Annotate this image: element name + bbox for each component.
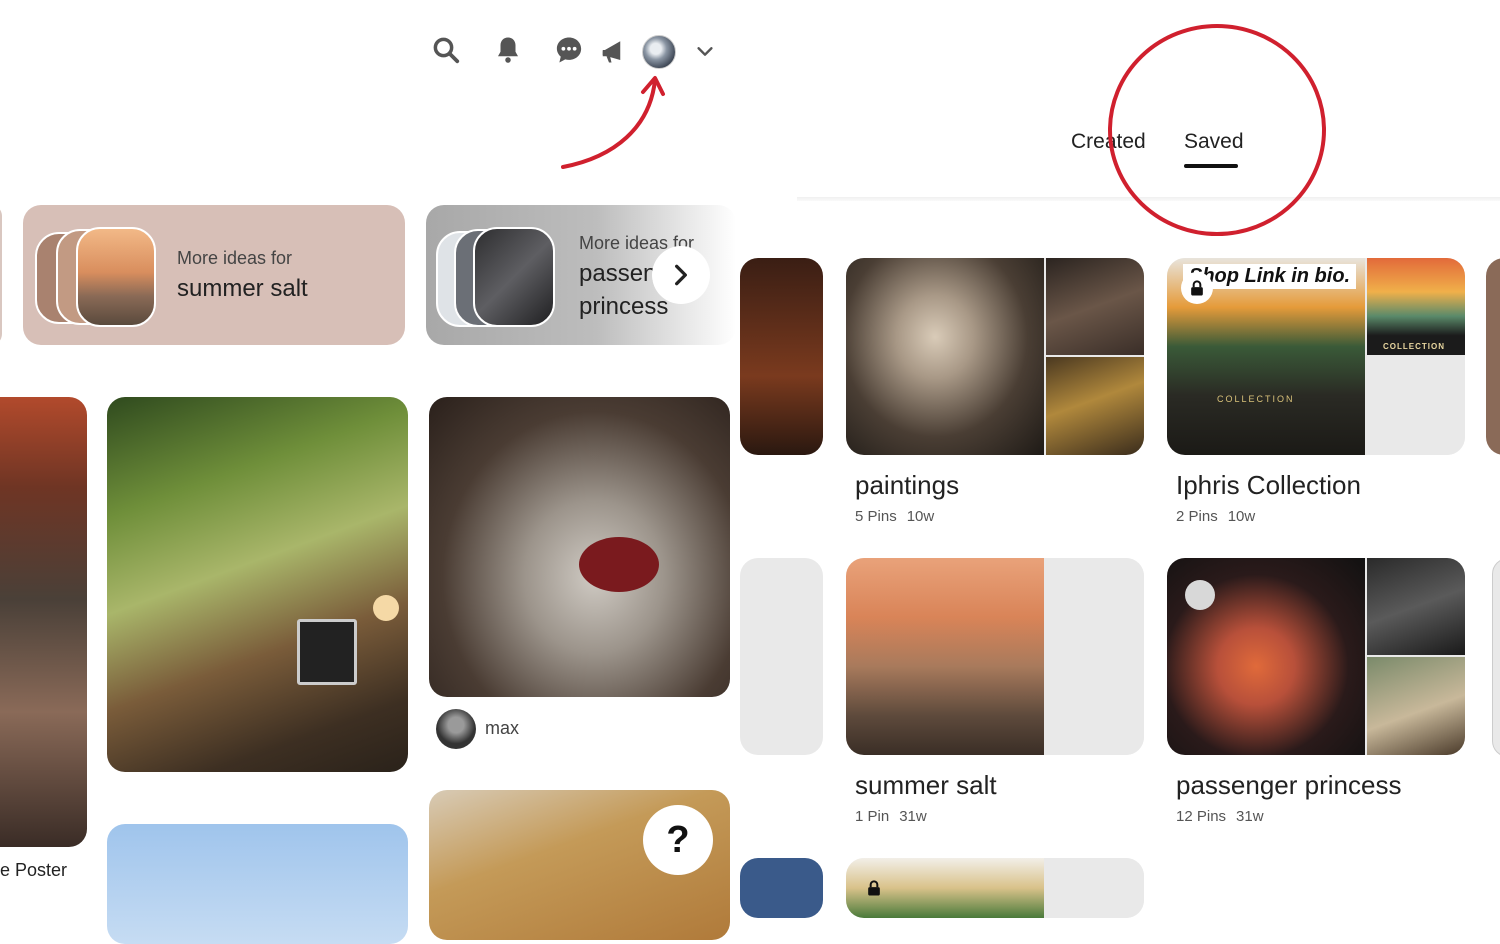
- board-title[interactable]: summer salt: [855, 770, 997, 801]
- pin-image-workspace[interactable]: [107, 397, 408, 772]
- thumb-badge: COLLECTION: [1383, 342, 1445, 351]
- board-title[interactable]: passenger princess: [1176, 770, 1401, 801]
- board-meta: 1 Pin 31w: [855, 808, 937, 825]
- moon: [1185, 580, 1215, 610]
- lock-icon: [1181, 272, 1213, 304]
- board-partial[interactable]: [740, 258, 823, 455]
- board-partial[interactable]: [1492, 558, 1500, 757]
- board-thumb-empty: [1046, 657, 1144, 755]
- board-cover-image: [846, 558, 1044, 755]
- more-ideas-label: More ideas for: [177, 248, 293, 268]
- pin-image-jacket[interactable]: ?: [429, 790, 730, 940]
- chat-icon[interactable]: [553, 34, 585, 66]
- annotation-circle: [1108, 24, 1326, 236]
- stack-image: [76, 227, 156, 327]
- board-partial[interactable]: [740, 558, 823, 755]
- board-cover-image: [846, 258, 1044, 455]
- help-button[interactable]: ?: [643, 805, 713, 875]
- board-age: 31w: [1236, 808, 1264, 825]
- avatar[interactable]: [642, 35, 676, 69]
- board-age: 10w: [906, 508, 935, 525]
- board-card[interactable]: [1167, 558, 1465, 755]
- chevron-right-icon: [675, 264, 687, 286]
- board-partial[interactable]: [1486, 258, 1500, 455]
- lamp: [373, 595, 399, 621]
- next-button[interactable]: [652, 246, 710, 304]
- board-thumb: [1367, 657, 1465, 755]
- board-thumb: [1046, 258, 1144, 355]
- board-card[interactable]: [846, 558, 1144, 755]
- board-thumb-empty: [1046, 558, 1144, 655]
- more-ideas-card[interactable]: More ideas for passenger princess: [426, 205, 736, 345]
- board-card[interactable]: [846, 858, 1144, 918]
- board-cover-image: Shop Link in bio. COLLECTION: [1167, 258, 1365, 455]
- pin-image-portrait[interactable]: [429, 397, 730, 697]
- board-card[interactable]: [846, 258, 1144, 455]
- board-age: 31w: [899, 808, 927, 825]
- board-cover-image: [846, 858, 1044, 918]
- board-thumb-empty: [1046, 858, 1144, 918]
- board-title[interactable]: Iphris Collection: [1176, 470, 1361, 501]
- board-pin-count: 1 Pin: [855, 808, 890, 825]
- board-thumb: [1367, 558, 1465, 655]
- board-pin-count: 12 Pins: [1176, 808, 1227, 825]
- board-card[interactable]: Shop Link in bio. COLLECTION COLLECTION: [1167, 258, 1465, 455]
- pin-image-sky[interactable]: [107, 824, 408, 944]
- board-title[interactable]: paintings: [855, 470, 959, 501]
- bell-icon[interactable]: [492, 34, 524, 66]
- pin-image-records[interactable]: [0, 397, 87, 847]
- board-pin-count: 2 Pins: [1176, 508, 1218, 525]
- chevron-down-icon[interactable]: [694, 40, 716, 62]
- board-meta: 2 Pins 10w: [1176, 508, 1265, 525]
- roses: [579, 537, 659, 592]
- pin-username[interactable]: max: [485, 718, 519, 739]
- idea-card-partial[interactable]: [0, 205, 2, 345]
- pin-caption: e Poster: [0, 860, 68, 880]
- board-pin-count: 5 Pins: [855, 508, 897, 525]
- computer-monitor: [297, 619, 357, 685]
- board-cover-image: [1167, 558, 1365, 755]
- board-meta: 12 Pins 31w: [1176, 808, 1274, 825]
- board-partial[interactable]: [740, 858, 823, 918]
- board-age: 10w: [1227, 508, 1256, 525]
- board-meta: 5 Pins 10w: [855, 508, 944, 525]
- user-avatar[interactable]: [436, 709, 476, 749]
- lock-icon: [864, 878, 884, 903]
- board-thumb: [1046, 357, 1144, 455]
- search-icon[interactable]: [430, 34, 462, 66]
- board-thumb: COLLECTION: [1367, 258, 1465, 355]
- more-ideas-card[interactable]: More ideas for summer salt: [23, 205, 405, 345]
- cover-inner-text: COLLECTION: [1217, 394, 1295, 404]
- megaphone-icon[interactable]: [598, 34, 630, 66]
- stack-image: [473, 227, 555, 327]
- board-thumb-empty: [1367, 357, 1465, 455]
- annotation-arrow: [561, 76, 665, 169]
- more-ideas-board: summer salt: [177, 275, 308, 302]
